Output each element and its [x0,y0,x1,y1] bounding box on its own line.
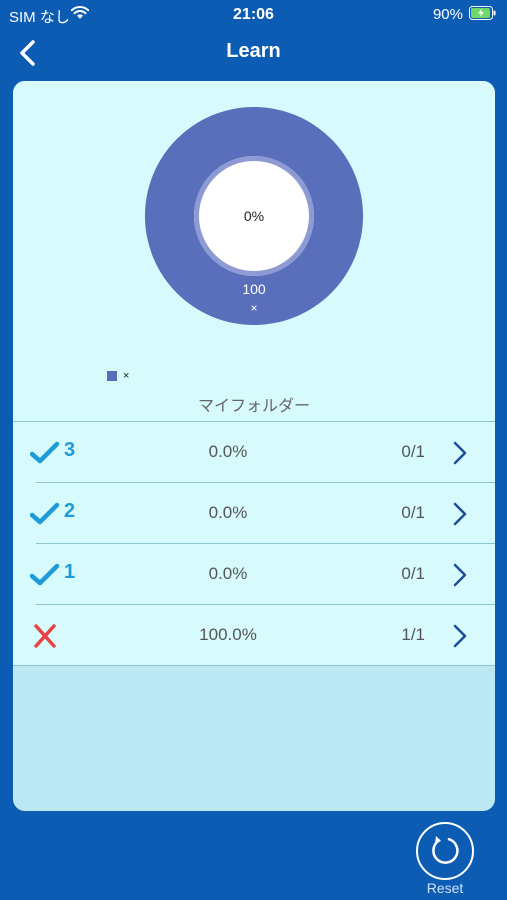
cross-icon [34,624,56,648]
level-row-1[interactable]: 1 0.0% 0/1 [13,544,495,604]
level-number: 1 [64,561,76,583]
row-percent: 0.0% [208,442,248,461]
donut-center-label: 0% [243,208,265,224]
chart-legend: × [107,370,129,384]
level-row-wrong[interactable]: 100.0% 1/1 [13,605,495,665]
check-icon [30,502,60,525]
legend-label: × [123,370,130,383]
page-title: Learn [226,40,281,62]
battery-percent: 90% [432,6,463,23]
row-fraction: 0/1 [401,564,425,583]
nav-bar: Learn [0,28,507,78]
chevron-right-icon [453,563,467,587]
chevron-right-icon [453,502,467,526]
check-icon [30,563,60,586]
battery-charging-icon [469,6,496,20]
donut-slice-label: × [250,301,258,315]
reset-button[interactable]: Reset [414,820,476,900]
folder-name: マイフォルダー [197,398,310,415]
legend-swatch [107,371,117,382]
level-row-3[interactable]: 3 0.0% 0/1 [13,422,495,482]
level-row-2[interactable]: 2 0.0% 0/1 [13,483,495,543]
row-percent: 100.0% [199,625,257,644]
divider [13,665,495,666]
row-percent: 0.0% [208,564,248,583]
reset-circle [416,822,474,880]
row-fraction: 0/1 [401,442,425,461]
donut-slice-value: 100 [242,281,266,297]
level-number: 2 [64,500,76,522]
check-icon [30,441,60,464]
row-percent: 0.0% [208,503,248,522]
status-bar: SIM なし 21:06 90% [0,0,507,28]
row-fraction: 1/1 [401,625,425,644]
clock: 21:06 [233,6,274,23]
chevron-right-icon [453,624,467,648]
level-number: 3 [64,439,76,461]
chevron-right-icon [453,441,467,465]
learn-card: 0% 100 × × マイフォルダー 3 0.0% 0/1 2 0.0% 0/1 [13,81,495,811]
reset-label: Reset [426,880,464,896]
row-fraction: 0/1 [401,503,425,522]
reset-icon [432,836,459,864]
